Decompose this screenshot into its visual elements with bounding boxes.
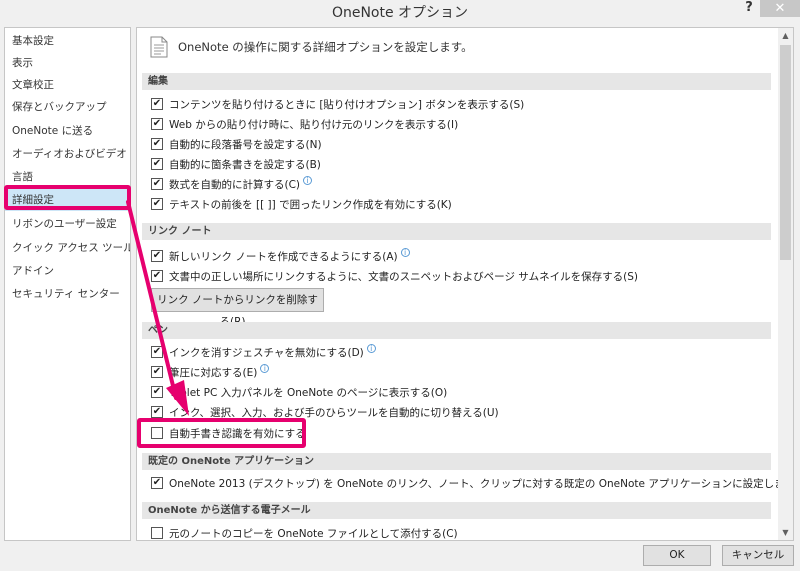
arrowhead-icon	[166, 380, 189, 416]
ok-button[interactable]: OK	[643, 545, 711, 566]
cancel-button[interactable]: キャンセル	[722, 545, 794, 566]
annotation-arrow	[126, 200, 189, 416]
